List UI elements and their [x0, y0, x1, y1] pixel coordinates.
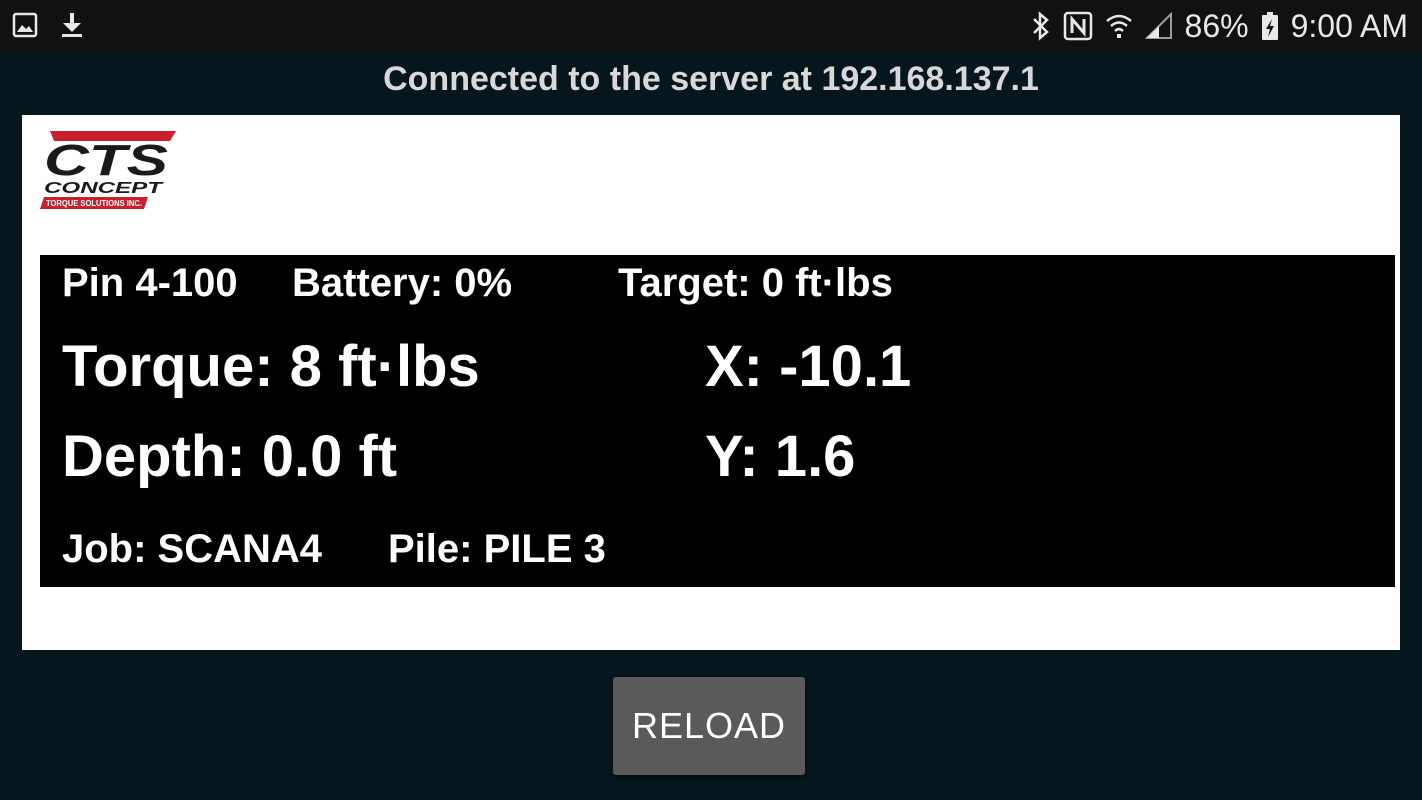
- nfc-icon: [1063, 11, 1093, 41]
- pile-label: Pile: PILE 3: [388, 527, 606, 571]
- logo-mark: CTS: [44, 136, 168, 185]
- status-bar-notifications: [12, 12, 84, 38]
- bluetooth-icon: [1031, 11, 1051, 41]
- y-value: Y: 1.6: [705, 424, 856, 489]
- logo-tagline: TORQUE SOLUTIONS INC.: [46, 199, 142, 208]
- status-bar-system: 86% 9:00 AM: [1031, 0, 1408, 52]
- job-label: Job: SCANA4: [62, 527, 323, 571]
- torque-value: Torque: 8 ft·lbs: [62, 334, 480, 399]
- logo-name: CONCEPT: [44, 180, 164, 197]
- display-panel: CTS CONCEPT TORQUE SOLUTIONS INC. Pin 4-…: [22, 115, 1400, 650]
- android-status-bar: 86% 9:00 AM: [0, 0, 1422, 52]
- battery-charging-icon: [1261, 11, 1279, 41]
- reload-button[interactable]: RELOAD: [613, 677, 805, 775]
- cell-signal-icon: [1144, 12, 1173, 40]
- company-logo: CTS CONCEPT TORQUE SOLUTIONS INC.: [40, 131, 176, 211]
- depth-value: Depth: 0.0 ft: [62, 424, 398, 489]
- connection-status: Connected to the server at 192.168.137.1: [383, 60, 1039, 98]
- battery-label: Battery: 0%: [292, 261, 513, 305]
- clock: 9:00 AM: [1290, 7, 1408, 44]
- pin-label: Pin 4-100: [62, 261, 238, 305]
- target-label: Target: 0 ft·lbs: [618, 261, 893, 305]
- x-value: X: -10.1: [705, 334, 912, 399]
- battery-percent: 86%: [1184, 7, 1249, 44]
- wifi-icon: [1105, 11, 1133, 41]
- image-icon: [12, 12, 38, 38]
- torque-readout: Pin 4-100 Battery: 0% Target: 0 ft·lbs T…: [40, 255, 1395, 587]
- download-icon: [60, 12, 84, 38]
